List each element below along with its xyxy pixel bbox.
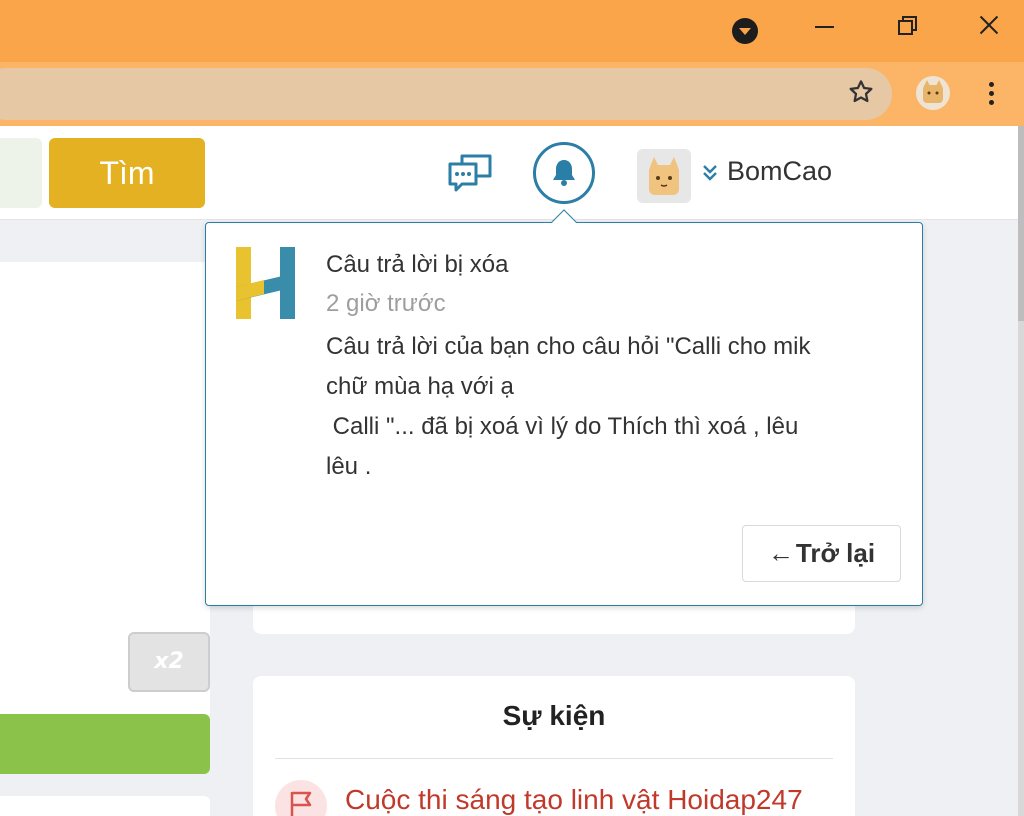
profile-avatar[interactable] (916, 76, 950, 110)
page-content: Tìm BomCao x2 Sự kiện Cuộc thi sáng tạo … (0, 126, 1018, 816)
username[interactable]: BomCao (727, 156, 832, 187)
star-icon[interactable] (846, 77, 876, 107)
x2-button[interactable]: x2 (128, 632, 210, 692)
browser-toolbar (0, 62, 1024, 126)
notification-bell-button[interactable] (533, 142, 595, 204)
events-card: Sự kiện Cuộc thi sáng tạo linh vật Hoida… (253, 676, 855, 816)
search-button[interactable]: Tìm (49, 138, 205, 208)
scrollbar-thumb[interactable] (1018, 126, 1024, 321)
notification-body: Câu trả lời của bạn cho câu hỏi "Calli c… (326, 327, 896, 487)
browser-titlebar (0, 0, 1024, 62)
event-link[interactable]: Cuộc thi sáng tạo linh vật Hoidap247 (345, 784, 803, 816)
flag-icon (275, 780, 327, 816)
close-icon[interactable] (977, 13, 1001, 37)
minimize-icon[interactable] (815, 26, 834, 28)
avatar[interactable] (637, 149, 691, 203)
back-arrow-icon: ← (767, 538, 794, 568)
tab-search-icon[interactable] (732, 18, 758, 44)
answer-button[interactable] (0, 714, 210, 774)
notification-body-line: lêu . (326, 453, 372, 480)
divider (275, 758, 833, 759)
notification-body-line: Câu trả lời của bạn cho câu hỏi "Calli c… (326, 333, 811, 360)
bell-icon (553, 160, 575, 186)
question-card-2 (0, 796, 210, 816)
back-button-label: Trở lại (795, 538, 876, 568)
restore-icon[interactable] (896, 14, 918, 36)
search-input[interactable] (0, 138, 42, 208)
notification-title: Câu trả lời bị xóa (326, 251, 509, 278)
kebab-menu-icon[interactable] (981, 80, 1001, 108)
site-header: Tìm BomCao (0, 126, 1018, 220)
events-title: Sự kiện (502, 700, 606, 731)
notification-body-line: Calli "... đã bị xoá vì lý do Thích thì … (326, 413, 799, 440)
back-button[interactable]: ← Trở lại (742, 525, 901, 582)
notification-popup: Câu trả lời bị xóa 2 giờ trước Câu trả l… (205, 222, 923, 606)
chat-icon[interactable] (446, 152, 494, 194)
notification-body-line: chữ mùa hạ với ạ (326, 373, 514, 400)
chevron-down-icon[interactable] (702, 164, 718, 182)
address-bar[interactable] (0, 68, 892, 120)
notification-time: 2 giờ trước (326, 290, 446, 317)
hoidap-logo (236, 247, 295, 319)
